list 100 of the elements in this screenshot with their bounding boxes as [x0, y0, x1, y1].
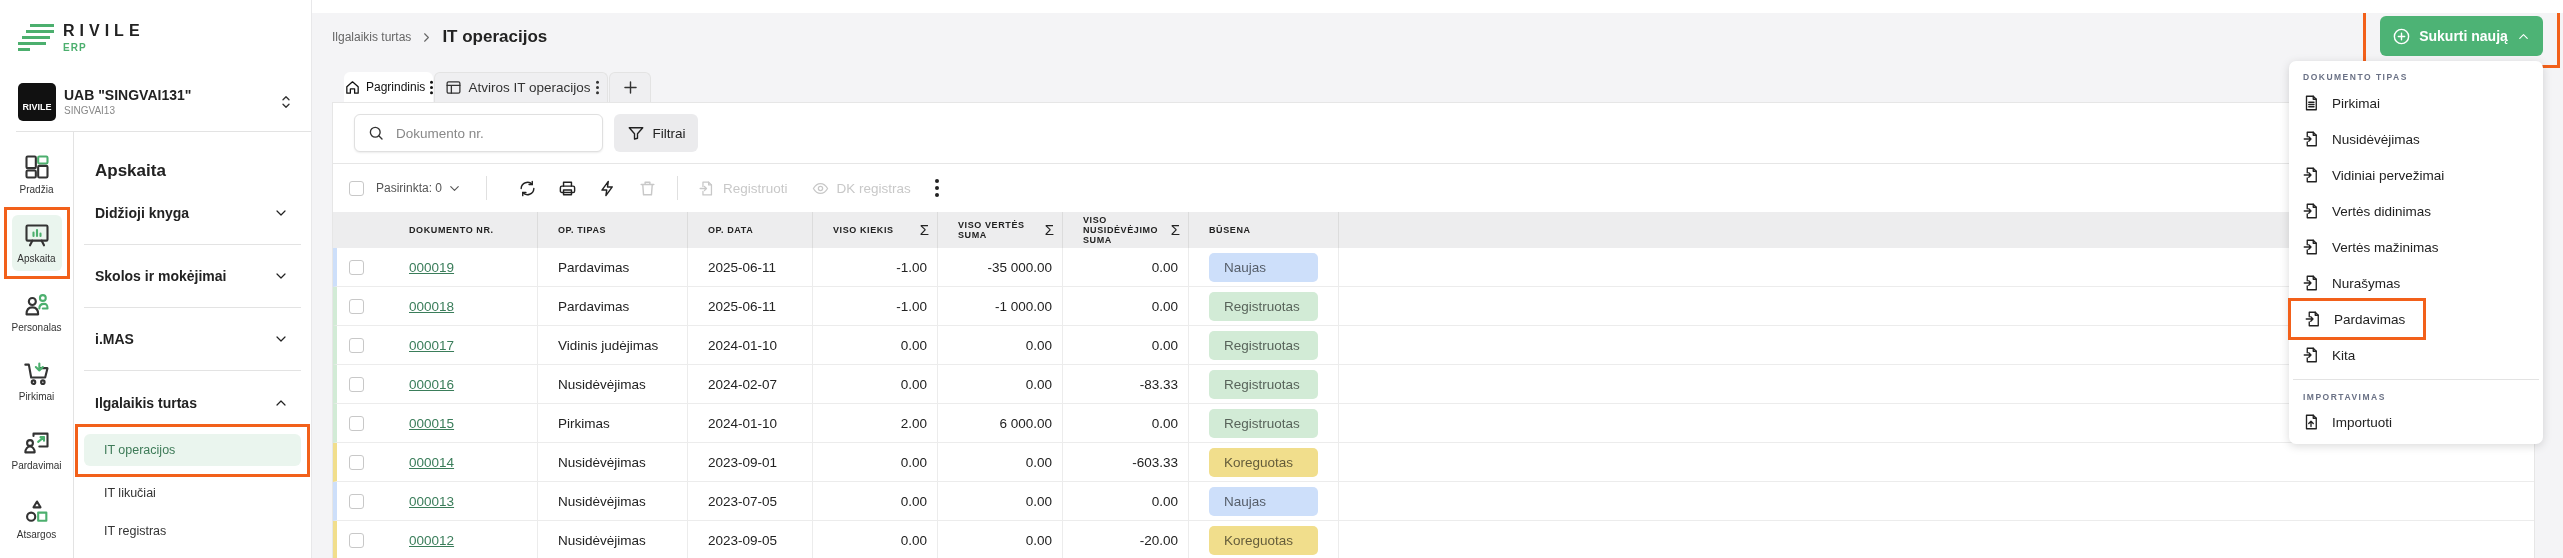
- nav-section[interactable]: Didžioji knyga: [84, 182, 301, 245]
- selection-dropdown[interactable]: Pasirinkta: 0: [376, 180, 463, 196]
- column-header: OP. DATA: [708, 225, 754, 235]
- nav-item[interactable]: IT likučiai: [84, 477, 301, 509]
- filter-icon: [626, 124, 645, 142]
- menu-item[interactable]: Pardavimas: [2291, 301, 2424, 337]
- sum-symbol: Σ: [919, 225, 929, 235]
- column-header: DOKUMENTO NR.: [409, 225, 494, 235]
- table-icon: [445, 79, 463, 96]
- document-arrow-icon: [2302, 202, 2320, 220]
- table-cell: 2023-09-01: [708, 454, 778, 470]
- select-all-checkbox[interactable]: [349, 180, 364, 196]
- table-cell: 2023-07-05: [708, 493, 778, 509]
- filter-button[interactable]: Filtrai: [614, 114, 698, 152]
- document-link[interactable]: 000019: [409, 259, 455, 275]
- menu-item[interactable]: Vertės didinimas: [2289, 193, 2450, 229]
- status-tag: Naujas: [1209, 486, 1318, 516]
- table-cell: Pirkimas: [558, 415, 610, 431]
- more-icon: [934, 179, 939, 197]
- row-checkbox[interactable]: [349, 376, 364, 392]
- breadcrumb-link[interactable]: Ilgalaikis turtas: [332, 30, 412, 44]
- table-cell: Nusidėvėjimas: [558, 493, 646, 509]
- table-cell: 0.00: [900, 454, 927, 470]
- nav-item[interactable]: IT registras: [84, 515, 301, 547]
- menu-item[interactable]: Nusidėvėjimas: [2289, 121, 2438, 157]
- menu-item[interactable]: Pirkimai: [2289, 85, 2398, 121]
- nav-title: Apskaita: [94, 160, 167, 182]
- table-cell: 2.00: [900, 415, 927, 431]
- add-tab-button[interactable]: [609, 72, 652, 102]
- status-tag: Registruotas: [1209, 408, 1318, 438]
- document-link[interactable]: 000015: [409, 415, 455, 431]
- document-link[interactable]: 000017: [409, 337, 455, 353]
- search-field[interactable]: Dokumento nr.: [354, 114, 603, 152]
- rail-item[interactable]: Apskaita: [11, 215, 62, 271]
- logo-subtitle: ERP: [63, 42, 88, 53]
- menu-item[interactable]: Kita: [2289, 337, 2374, 373]
- document-arrow-icon: [2302, 274, 2320, 292]
- document-link[interactable]: 000012: [409, 532, 455, 548]
- rail-item[interactable]: Atsargos: [11, 491, 62, 547]
- document-arrow-icon: [2302, 346, 2320, 364]
- nav-section[interactable]: Ilgalaikis turtas: [84, 371, 301, 434]
- document-arrow-icon: [2302, 238, 2320, 256]
- document-link[interactable]: 000013: [409, 493, 455, 509]
- more-icon: [596, 80, 600, 95]
- table-cell: 2024-01-10: [708, 337, 778, 353]
- table-cell: 2024-02-07: [708, 376, 778, 392]
- rail-item[interactable]: Pirkimai: [11, 353, 62, 409]
- home-icon: [344, 78, 361, 96]
- company-avatar: RIVILE: [18, 82, 56, 121]
- row-checkbox[interactable]: [349, 454, 364, 470]
- table-cell: -1.00: [896, 298, 927, 314]
- more-button[interactable]: [934, 179, 939, 197]
- column-header: VISO NUSIDĖVĖJIMO SUMA: [1083, 215, 1160, 245]
- column-header: VISO KIEKIS: [833, 225, 894, 235]
- table-cell: 0.00: [1151, 337, 1178, 353]
- row-checkbox[interactable]: [349, 337, 364, 353]
- table-cell: -20.00: [1139, 532, 1178, 548]
- table-cell: 0.00: [900, 337, 927, 353]
- menu-item[interactable]: Vidiniai pervežimai: [2289, 157, 2463, 193]
- table-cell: -1.00: [896, 259, 927, 275]
- nav-section[interactable]: i.MAS: [84, 308, 301, 371]
- document-link[interactable]: 000014: [409, 454, 455, 470]
- table-cell: -1 000.00: [994, 298, 1052, 314]
- view-tab[interactable]: Pagrindinis: [344, 72, 434, 102]
- table-cell: Pardavimas: [558, 298, 630, 314]
- menu-group-title: IMPORTAVIMAS: [2302, 391, 2387, 404]
- table-cell: 0.00: [1025, 532, 1052, 548]
- menu-item[interactable]: Nurašymas: [2289, 265, 2419, 301]
- document-link[interactable]: 000018: [409, 298, 455, 314]
- row-checkbox[interactable]: [349, 493, 364, 509]
- rail-item[interactable]: Pardavimai: [11, 422, 62, 478]
- table-cell: 0.00: [1025, 454, 1052, 470]
- rail-item[interactable]: Pradžia: [11, 146, 62, 202]
- row-checkbox[interactable]: [349, 259, 364, 275]
- row-checkbox[interactable]: [349, 415, 364, 431]
- menu-item[interactable]: Vertės mažinimas: [2289, 229, 2457, 265]
- status-tag: Koreguotas: [1209, 525, 1318, 555]
- document-link[interactable]: 000016: [409, 376, 455, 392]
- table-cell: 2025-06-11: [708, 259, 777, 275]
- view-tab[interactable]: Atviros IT operacijos: [434, 72, 609, 102]
- column-header: VISO VERTĖS SUMA: [958, 220, 1026, 240]
- table-cell: Nusidėvėjimas: [558, 376, 646, 392]
- dashboard-icon: [22, 153, 51, 181]
- table-cell: 0.00: [1025, 376, 1052, 392]
- table-cell: 0.00: [1025, 337, 1052, 353]
- logo-text: RIVILE: [63, 23, 145, 39]
- status-tag: Koreguotas: [1209, 447, 1318, 477]
- row-checkbox[interactable]: [349, 298, 364, 314]
- table-cell: Vidinis judėjimas: [558, 337, 659, 353]
- menu-item[interactable]: Importuoti: [2289, 404, 2411, 440]
- nav-item[interactable]: IT operacijos: [84, 434, 301, 466]
- nav-section[interactable]: Skolos ir mokėjimai: [84, 245, 301, 308]
- company-code: SINGVAI13: [64, 105, 116, 116]
- table-cell: 2024-01-10: [708, 415, 778, 431]
- table-cell: 0.00: [1151, 415, 1178, 431]
- table-cell: 0.00: [900, 532, 927, 548]
- table-cell: Nusidėvėjimas: [558, 454, 646, 470]
- row-checkbox[interactable]: [349, 532, 364, 548]
- rail-item[interactable]: Personalas: [11, 284, 62, 340]
- company-name: UAB "SINGVAI131": [64, 87, 193, 103]
